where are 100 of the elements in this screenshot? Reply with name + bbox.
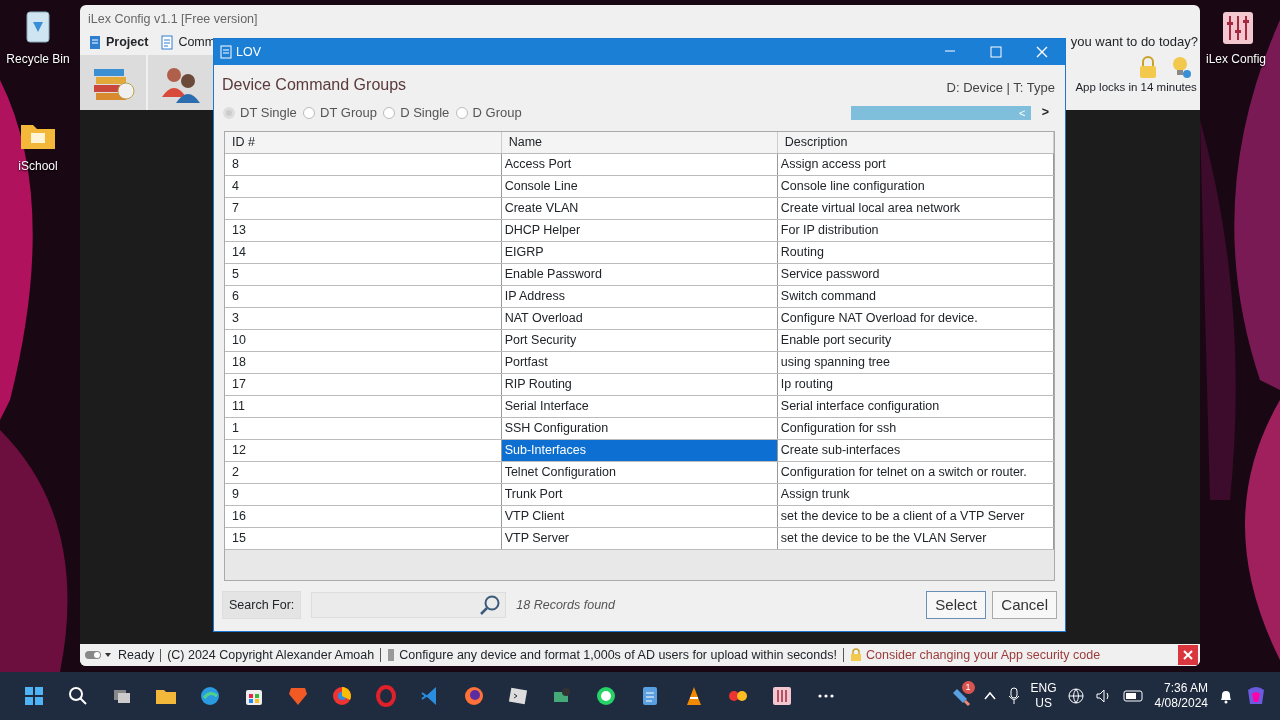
- toolbar-button[interactable]: [148, 55, 214, 110]
- table-cell[interactable]: Console Line: [501, 175, 778, 198]
- table-cell[interactable]: For IP distribution: [777, 219, 1054, 242]
- dialog-button[interactable]: Select: [926, 590, 987, 620]
- next-button[interactable]: >: [1037, 103, 1057, 123]
- table-cell[interactable]: set the device to be a client of a VTP Server: [777, 505, 1054, 528]
- table-cell[interactable]: Create sub-interfaces: [777, 439, 1054, 462]
- table-cell[interactable]: 17: [225, 373, 502, 396]
- records-count: 18 Records found: [516, 596, 615, 614]
- clock[interactable]: 7:36 AM 4/08/2024: [1154, 681, 1208, 711]
- chat-icon[interactable]: [594, 684, 618, 708]
- search-label: Search For:: [222, 590, 302, 620]
- padlock-icon: [1138, 55, 1159, 79]
- time-text: 7:36 AM: [1163, 681, 1208, 696]
- table-cell[interactable]: Configuration for ssh: [777, 417, 1054, 440]
- table-cell[interactable]: EIGRP: [501, 241, 778, 264]
- table-cell[interactable]: 11: [225, 395, 502, 418]
- window-title: iLex Config v1.1 [Free version]: [87, 11, 259, 28]
- table-cell[interactable]: 9: [225, 483, 502, 506]
- column-header[interactable]: Name: [501, 131, 778, 154]
- table-cell[interactable]: 7: [225, 197, 502, 220]
- table-cell[interactable]: 14: [225, 241, 502, 264]
- radio-button[interactable]: DT Single: [223, 103, 297, 123]
- table-cell[interactable]: Assign access port: [777, 153, 1054, 176]
- dialog-heading: Device Command Groups: [221, 75, 408, 95]
- table-cell[interactable]: Routing: [777, 241, 1054, 264]
- radio-button[interactable]: D Group: [455, 103, 522, 123]
- toolbar-button[interactable]: [80, 55, 146, 110]
- table-cell[interactable]: 3: [225, 307, 502, 330]
- language-indicator[interactable]: ENG US: [1030, 681, 1057, 711]
- table-cell[interactable]: 8: [225, 153, 502, 176]
- table-cell[interactable]: 1: [225, 417, 502, 440]
- close-icon: [1183, 650, 1193, 660]
- table-cell[interactable]: 18: [225, 351, 502, 374]
- table-cell[interactable]: Enable port security: [777, 329, 1054, 352]
- desktop-icon-label[interactable]: Recycle Bin: [6, 50, 70, 68]
- table-cell[interactable]: IP Address: [501, 285, 778, 308]
- table-cell[interactable]: Serial interface configuration: [777, 395, 1054, 418]
- fox-icon[interactable]: [462, 684, 486, 708]
- table-cell[interactable]: set the device to be the VLAN Server: [777, 527, 1054, 550]
- table-cell[interactable]: Telnet Configuration: [501, 461, 778, 484]
- table-cell[interactable]: Assign trunk: [777, 483, 1054, 506]
- close-icon: [1036, 46, 1048, 58]
- table-cell[interactable]: DHCP Helper: [501, 219, 778, 242]
- circle-icon[interactable]: [330, 684, 354, 708]
- table-cell[interactable]: 16: [225, 505, 502, 528]
- table-cell[interactable]: Trunk Port: [501, 483, 778, 506]
- dialog-title: LOV: [236, 43, 261, 61]
- table-cell[interactable]: 4: [225, 175, 502, 198]
- radio-button[interactable]: D Single: [383, 103, 450, 123]
- table-cell[interactable]: 12: [225, 439, 502, 462]
- date-text: 4/08/2024: [1154, 696, 1208, 711]
- table-cell[interactable]: 10: [225, 329, 502, 352]
- table-cell[interactable]: Port Security: [501, 329, 778, 352]
- table-cell[interactable]: Ip routing: [777, 373, 1054, 396]
- document-icon: [220, 45, 232, 59]
- padlock-icon: [849, 648, 862, 662]
- column-header[interactable]: ID #: [225, 131, 502, 154]
- ring-icon[interactable]: [374, 684, 398, 708]
- microphone-icon[interactable]: [1006, 687, 1021, 705]
- status-text: Configure any device and format 1,000s of AD users for upload within seconds!: [399, 648, 837, 662]
- table-cell[interactable]: VTP Server: [501, 527, 778, 550]
- document-icon: [160, 34, 175, 50]
- table-cell[interactable]: 5: [225, 263, 502, 286]
- table-cell[interactable]: Sub-Interfaces: [501, 439, 778, 462]
- sliders-icon[interactable]: [770, 684, 794, 708]
- table-cell[interactable]: Create VLAN: [501, 197, 778, 220]
- table-cell[interactable]: VTP Client: [501, 505, 778, 528]
- table-cell[interactable]: Switch command: [777, 285, 1054, 308]
- table-cell[interactable]: using spanning tree: [777, 351, 1054, 374]
- dialog-button[interactable]: Cancel: [992, 590, 1057, 620]
- table-cell[interactable]: Serial Interface: [501, 395, 778, 418]
- close-button[interactable]: [1178, 645, 1198, 665]
- table-cell[interactable]: Service password: [777, 263, 1054, 286]
- table-cell[interactable]: SSH Configuration: [501, 417, 778, 440]
- table-cell[interactable]: Enable Password: [501, 263, 778, 286]
- table-cell[interactable]: Create virtual local area network: [777, 197, 1054, 220]
- table-cell[interactable]: Configure NAT Overload for device.: [777, 307, 1054, 330]
- table-cell[interactable]: 13: [225, 219, 502, 242]
- bell-icon[interactable]: [1218, 688, 1234, 704]
- windows-icon[interactable]: [22, 684, 46, 708]
- table-cell[interactable]: Access Port: [501, 153, 778, 176]
- table-cell[interactable]: 15: [225, 527, 502, 550]
- table-cell[interactable]: Console line configuration: [777, 175, 1054, 198]
- globe-icon[interactable]: [1066, 687, 1085, 705]
- table-cell[interactable]: 6: [225, 285, 502, 308]
- desktop-icon-label[interactable]: iLex Config: [1205, 50, 1266, 68]
- radio-button[interactable]: DT Group: [303, 103, 377, 123]
- menu-item[interactable]: Project: [88, 32, 149, 52]
- search-field[interactable]: [311, 591, 507, 618]
- search-icon: [479, 593, 502, 616]
- table-cell[interactable]: RIP Routing: [501, 373, 778, 396]
- table-cell[interactable]: 2: [225, 461, 502, 484]
- table-cell[interactable]: Portfast: [501, 351, 778, 374]
- battery-icon[interactable]: [1122, 689, 1145, 703]
- column-header[interactable]: Description: [777, 131, 1054, 154]
- table-cell[interactable]: Configuration for telnet on a switch or router.: [777, 461, 1054, 484]
- document-icon: [88, 34, 102, 50]
- globe-icon[interactable]: [198, 684, 222, 708]
- table-cell[interactable]: NAT Overload: [501, 307, 778, 330]
